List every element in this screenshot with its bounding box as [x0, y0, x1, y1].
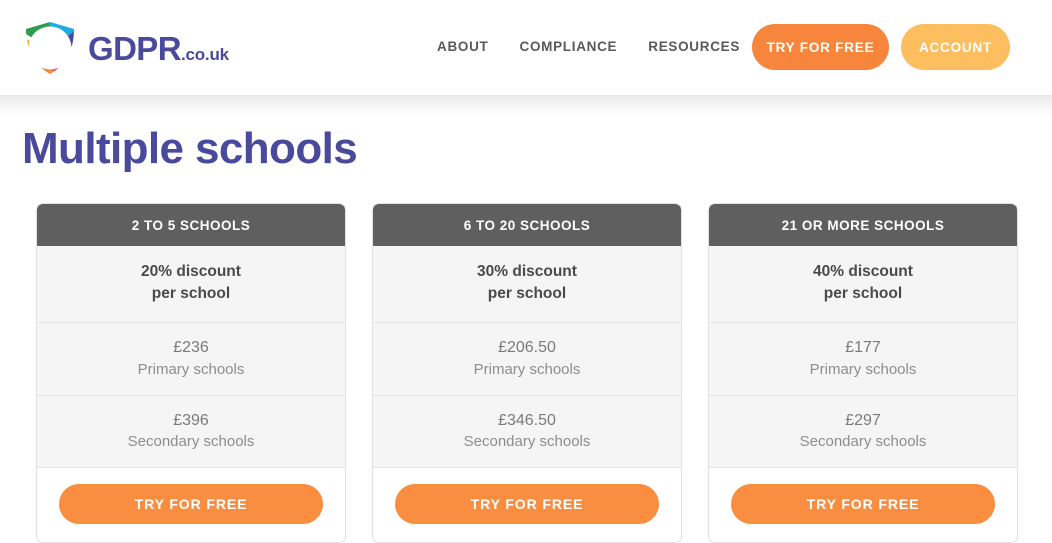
- nav-item-resources[interactable]: RESOURCES: [648, 39, 740, 54]
- card-footer: TRY FOR FREE: [373, 468, 681, 543]
- card-primary-price: £206.50: [498, 338, 556, 356]
- header-try-for-free-button[interactable]: TRY FOR FREE: [752, 24, 889, 70]
- card-secondary-price: £297: [845, 411, 881, 429]
- card-tier-header: 21 OR MORE SCHOOLS: [709, 204, 1017, 246]
- brand-tld: .co.uk: [180, 44, 229, 64]
- card-secondary-row: £297 Secondary schools: [709, 395, 1017, 469]
- header-shadow: [0, 95, 1052, 117]
- nav-item-about[interactable]: ABOUT: [437, 39, 489, 54]
- card-discount-value: 20% discount: [141, 263, 241, 280]
- header-account-button[interactable]: ACCOUNT: [901, 24, 1010, 70]
- card-discount-row: 20% discount per school: [37, 246, 345, 323]
- card-tier-header: 6 TO 20 SCHOOLS: [373, 204, 681, 246]
- card-secondary-label: Secondary schools: [463, 433, 591, 451]
- pricing-card: 2 TO 5 SCHOOLS 20% discount per school £…: [36, 203, 346, 543]
- card-primary-label: Primary schools: [809, 360, 917, 378]
- main-navigation: ABOUT COMPLIANCE RESOURCES: [437, 39, 740, 54]
- card-secondary-price: £396: [173, 411, 209, 429]
- card-footer: TRY FOR FREE: [37, 468, 345, 543]
- card-discount-row: 30% discount per school: [373, 246, 681, 323]
- card-secondary-label: Secondary schools: [799, 433, 927, 451]
- site-header: GDPR .co.uk ABOUT COMPLIANCE RESOURCES T…: [0, 0, 1052, 95]
- card-discount-value: 30% discount: [477, 263, 577, 280]
- card-primary-label: Primary schools: [473, 360, 581, 378]
- card-try-for-free-button[interactable]: TRY FOR FREE: [59, 484, 323, 525]
- card-footer: TRY FOR FREE: [709, 468, 1017, 543]
- page-title: Multiple schools: [22, 124, 358, 173]
- nav-item-compliance[interactable]: COMPLIANCE: [520, 39, 618, 54]
- card-discount-sub: per school: [151, 285, 231, 303]
- card-primary-row: £177 Primary schools: [709, 322, 1017, 396]
- card-primary-label: Primary schools: [137, 360, 245, 378]
- brand-wordmark: GDPR .co.uk: [88, 32, 229, 65]
- card-try-for-free-button[interactable]: TRY FOR FREE: [395, 484, 659, 525]
- card-primary-row: £206.50 Primary schools: [373, 322, 681, 396]
- gdpr-shield-logo-icon: [22, 20, 78, 76]
- brand-name: GDPR: [88, 29, 182, 67]
- card-discount-sub: per school: [487, 285, 567, 303]
- card-primary-row: £236 Primary schools: [37, 322, 345, 396]
- brand-logo-link[interactable]: GDPR .co.uk: [22, 20, 229, 76]
- card-try-for-free-button[interactable]: TRY FOR FREE: [731, 484, 995, 525]
- card-discount-value: 40% discount: [813, 263, 913, 280]
- pricing-cards-row: 2 TO 5 SCHOOLS 20% discount per school £…: [36, 203, 1018, 543]
- pricing-card: 6 TO 20 SCHOOLS 30% discount per school …: [372, 203, 682, 543]
- header-actions: TRY FOR FREE ACCOUNT: [752, 24, 1010, 70]
- card-discount-row: 40% discount per school: [709, 246, 1017, 323]
- card-primary-price: £177: [845, 338, 881, 356]
- card-secondary-label: Secondary schools: [127, 433, 255, 451]
- card-secondary-row: £396 Secondary schools: [37, 395, 345, 469]
- pricing-card: 21 OR MORE SCHOOLS 40% discount per scho…: [708, 203, 1018, 543]
- card-secondary-row: £346.50 Secondary schools: [373, 395, 681, 469]
- card-primary-price: £236: [173, 338, 209, 356]
- card-discount-sub: per school: [823, 285, 903, 303]
- card-tier-header: 2 TO 5 SCHOOLS: [37, 204, 345, 246]
- card-secondary-price: £346.50: [498, 411, 556, 429]
